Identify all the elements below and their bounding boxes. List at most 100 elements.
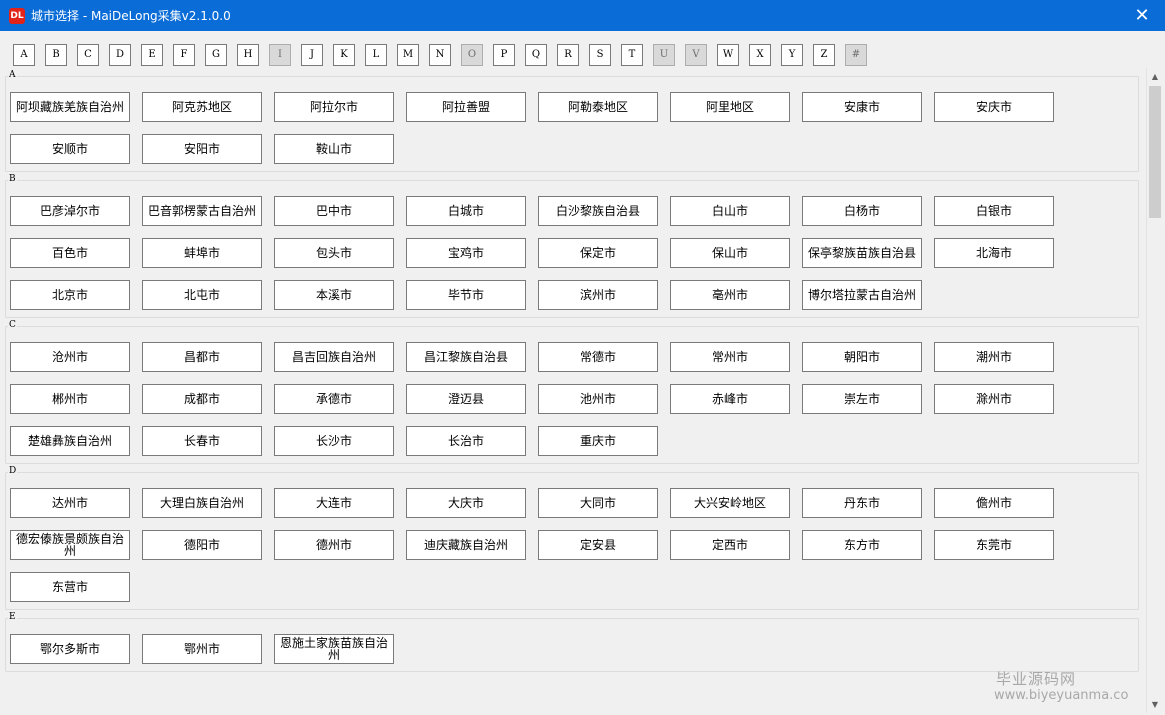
city-button[interactable]: 鄂尔多斯市: [10, 634, 130, 664]
city-button[interactable]: 保山市: [670, 238, 790, 268]
city-button[interactable]: 大同市: [538, 488, 658, 518]
city-button[interactable]: 博尔塔拉蒙古自治州: [802, 280, 922, 310]
letter-button-x[interactable]: X: [749, 44, 771, 66]
letter-button-c[interactable]: C: [77, 44, 99, 66]
vertical-scrollbar[interactable]: ▲ ▼: [1146, 68, 1163, 713]
city-button[interactable]: 阿拉尔市: [274, 92, 394, 122]
city-button[interactable]: 昌都市: [142, 342, 262, 372]
city-button[interactable]: 郴州市: [10, 384, 130, 414]
letter-button-m[interactable]: M: [397, 44, 419, 66]
city-button[interactable]: 潮州市: [934, 342, 1054, 372]
city-button[interactable]: 滁州市: [934, 384, 1054, 414]
city-button[interactable]: 迪庆藏族自治州: [406, 530, 526, 560]
city-button[interactable]: 成都市: [142, 384, 262, 414]
title-bar[interactable]: DL 城市选择 - MaiDeLong采集v2.1.0.0 ✕: [0, 0, 1165, 31]
city-button[interactable]: 阿勒泰地区: [538, 92, 658, 122]
letter-button-p[interactable]: P: [493, 44, 515, 66]
city-button[interactable]: 德宏傣族景颇族自治州: [10, 530, 130, 560]
city-button[interactable]: 白银市: [934, 196, 1054, 226]
city-button[interactable]: 滨州市: [538, 280, 658, 310]
letter-button-f[interactable]: F: [173, 44, 195, 66]
city-button[interactable]: 巴彦淖尔市: [10, 196, 130, 226]
city-button[interactable]: 恩施土家族苗族自治州: [274, 634, 394, 664]
city-button[interactable]: 亳州市: [670, 280, 790, 310]
city-button[interactable]: 巴中市: [274, 196, 394, 226]
letter-button-y[interactable]: Y: [781, 44, 803, 66]
city-button[interactable]: 白沙黎族自治县: [538, 196, 658, 226]
city-button[interactable]: 蚌埠市: [142, 238, 262, 268]
scroll-up-arrow-icon[interactable]: ▲: [1147, 68, 1163, 85]
city-button[interactable]: 大兴安岭地区: [670, 488, 790, 518]
city-button[interactable]: 重庆市: [538, 426, 658, 456]
city-button[interactable]: 东莞市: [934, 530, 1054, 560]
city-button[interactable]: 大连市: [274, 488, 394, 518]
city-button[interactable]: 沧州市: [10, 342, 130, 372]
city-button[interactable]: 儋州市: [934, 488, 1054, 518]
city-button[interactable]: 北屯市: [142, 280, 262, 310]
city-button[interactable]: 常州市: [670, 342, 790, 372]
city-button[interactable]: 朝阳市: [802, 342, 922, 372]
city-button[interactable]: 巴音郭楞蒙古自治州: [142, 196, 262, 226]
city-button[interactable]: 大庆市: [406, 488, 526, 518]
city-button[interactable]: 白杨市: [802, 196, 922, 226]
letter-button-l[interactable]: L: [365, 44, 387, 66]
city-button[interactable]: 白城市: [406, 196, 526, 226]
city-button[interactable]: 阿里地区: [670, 92, 790, 122]
letter-button-t[interactable]: T: [621, 44, 643, 66]
city-button[interactable]: 本溪市: [274, 280, 394, 310]
city-button[interactable]: 长治市: [406, 426, 526, 456]
city-button[interactable]: 鞍山市: [274, 134, 394, 164]
scroll-thumb[interactable]: [1149, 86, 1161, 218]
scroll-down-arrow-icon[interactable]: ▼: [1147, 696, 1163, 713]
city-button[interactable]: 东方市: [802, 530, 922, 560]
city-button[interactable]: 丹东市: [802, 488, 922, 518]
city-button[interactable]: 北海市: [934, 238, 1054, 268]
city-button[interactable]: 澄迈县: [406, 384, 526, 414]
city-button[interactable]: 楚雄彝族自治州: [10, 426, 130, 456]
letter-button-b[interactable]: B: [45, 44, 67, 66]
city-button[interactable]: 长春市: [142, 426, 262, 456]
city-button[interactable]: 毕节市: [406, 280, 526, 310]
letter-button-j[interactable]: J: [301, 44, 323, 66]
letter-button-h[interactable]: H: [237, 44, 259, 66]
city-button[interactable]: 定西市: [670, 530, 790, 560]
city-button[interactable]: 大理白族自治州: [142, 488, 262, 518]
letter-button-d[interactable]: D: [109, 44, 131, 66]
city-button[interactable]: 常德市: [538, 342, 658, 372]
letter-button-g[interactable]: G: [205, 44, 227, 66]
letter-button-k[interactable]: K: [333, 44, 355, 66]
city-button[interactable]: 保亭黎族苗族自治县: [802, 238, 922, 268]
city-button[interactable]: 长沙市: [274, 426, 394, 456]
city-button[interactable]: 安阳市: [142, 134, 262, 164]
city-button[interactable]: 崇左市: [802, 384, 922, 414]
letter-button-s[interactable]: S: [589, 44, 611, 66]
city-button[interactable]: 鄂州市: [142, 634, 262, 664]
city-button[interactable]: 承德市: [274, 384, 394, 414]
letter-button-a[interactable]: A: [13, 44, 35, 66]
city-button[interactable]: 昌江黎族自治县: [406, 342, 526, 372]
city-button[interactable]: 阿坝藏族羌族自治州: [10, 92, 130, 122]
city-button[interactable]: 德州市: [274, 530, 394, 560]
city-button[interactable]: 安庆市: [934, 92, 1054, 122]
city-button[interactable]: 宝鸡市: [406, 238, 526, 268]
city-button[interactable]: 东营市: [10, 572, 130, 602]
city-button[interactable]: 安顺市: [10, 134, 130, 164]
city-button[interactable]: 北京市: [10, 280, 130, 310]
city-button[interactable]: 德阳市: [142, 530, 262, 560]
city-button[interactable]: 赤峰市: [670, 384, 790, 414]
letter-button-n[interactable]: N: [429, 44, 451, 66]
city-button[interactable]: 安康市: [802, 92, 922, 122]
letter-button-r[interactable]: R: [557, 44, 579, 66]
letter-button-w[interactable]: W: [717, 44, 739, 66]
city-button[interactable]: 昌吉回族自治州: [274, 342, 394, 372]
letter-button-z[interactable]: Z: [813, 44, 835, 66]
city-button[interactable]: 达州市: [10, 488, 130, 518]
city-button[interactable]: 白山市: [670, 196, 790, 226]
city-button[interactable]: 定安县: [538, 530, 658, 560]
city-button[interactable]: 包头市: [274, 238, 394, 268]
city-button[interactable]: 百色市: [10, 238, 130, 268]
city-button[interactable]: 池州市: [538, 384, 658, 414]
city-button[interactable]: 保定市: [538, 238, 658, 268]
city-button[interactable]: 阿克苏地区: [142, 92, 262, 122]
close-button[interactable]: ✕: [1119, 0, 1165, 31]
